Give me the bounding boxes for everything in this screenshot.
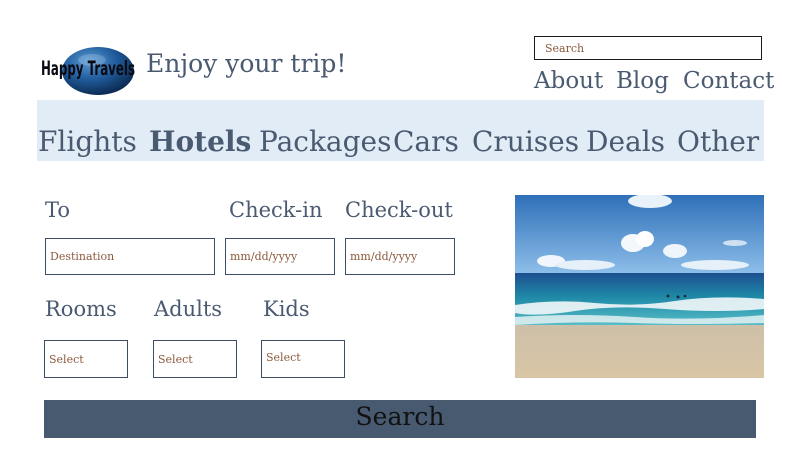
nav-link-blog[interactable]: Blog — [616, 64, 669, 98]
search-button[interactable]: Search — [44, 400, 756, 438]
tab-flights[interactable]: Flights — [38, 123, 137, 161]
rooms-select[interactable]: Select — [44, 340, 128, 378]
checkin-date-input[interactable] — [225, 238, 335, 275]
to-label: To — [45, 198, 71, 222]
logo-text: Happy Travels — [41, 58, 135, 80]
kids-select[interactable]: Select — [261, 340, 345, 378]
tab-cruises[interactable]: Cruises — [472, 123, 579, 161]
rooms-select-value: Select — [49, 352, 84, 366]
checkout-label: Check-out — [345, 198, 453, 222]
tab-cars[interactable]: Cars — [393, 123, 459, 161]
adults-label: Adults — [154, 297, 223, 321]
destination-input[interactable] — [45, 238, 215, 275]
checkout-date-input[interactable] — [345, 238, 455, 275]
tagline: Enjoy your trip! — [146, 49, 347, 78]
kids-select-value: Select — [266, 351, 301, 364]
logo[interactable]: Happy Travels — [38, 44, 136, 96]
site-search-input[interactable] — [534, 36, 762, 60]
tab-packages[interactable]: Packages — [259, 123, 391, 161]
tab-hotels[interactable]: Hotels — [149, 123, 251, 161]
tab-other[interactable]: Other — [677, 123, 759, 161]
nav-link-contact[interactable]: Contact — [683, 64, 774, 98]
globe-logo-icon: Happy Travels — [41, 47, 135, 95]
adults-select[interactable]: Select — [153, 340, 237, 378]
tab-deals[interactable]: Deals — [586, 123, 665, 161]
adults-select-value: Select — [158, 352, 193, 366]
rooms-label: Rooms — [45, 297, 117, 321]
beach-photo — [515, 195, 764, 378]
nav-link-about[interactable]: About — [534, 64, 603, 98]
checkin-label: Check-in — [229, 198, 323, 222]
beach-scene-image — [515, 195, 764, 378]
kids-label: Kids — [263, 297, 310, 321]
